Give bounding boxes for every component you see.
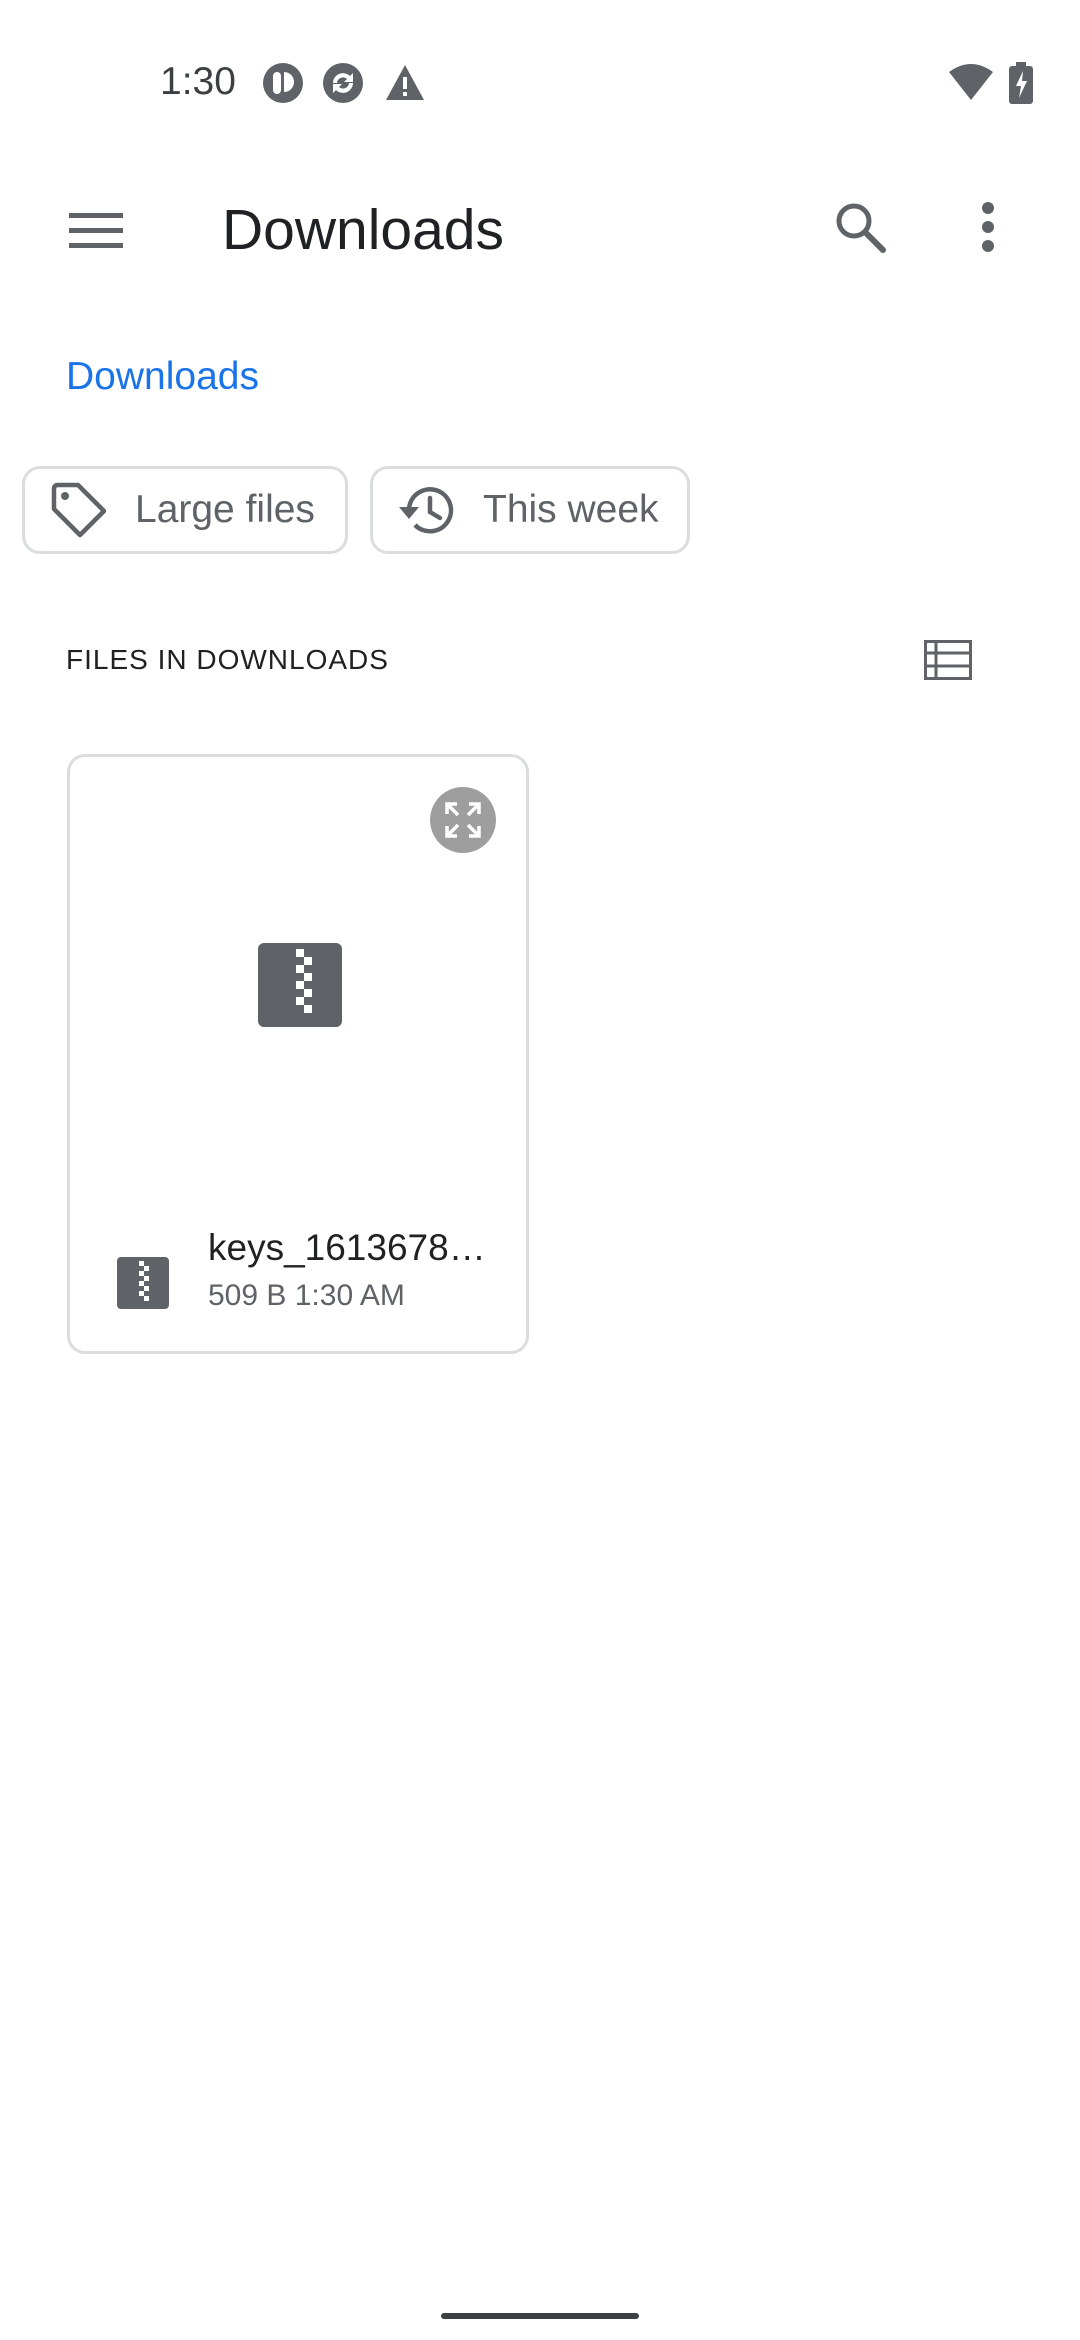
page-title: Downloads [222,198,504,262]
history-icon [397,480,457,540]
chip-label: Large files [135,488,315,531]
downloads-screen: 1:30 Downloads Downloads Large files Thi… [0,0,1080,2340]
battery-charging-icon [1008,62,1034,109]
notification-icon [262,62,304,104]
file-card[interactable]: keys_1613678… 509 B 1:30 AM [67,754,529,1354]
file-size: 509 B [208,1279,287,1312]
sync-icon [322,62,364,104]
file-details: keys_1613678… 509 B 1:30 AM [70,1227,526,1347]
expand-icon[interactable] [430,787,496,853]
search-icon[interactable] [824,191,896,263]
status-time: 1:30 [160,60,236,103]
gesture-nav-handle[interactable] [441,2313,639,2319]
warning-icon [384,62,426,104]
this-week-chip[interactable]: This week [370,466,690,554]
file-time: 1:30 AM [294,1279,405,1312]
more-vert-icon[interactable] [952,191,1024,263]
app-bar: Downloads [0,165,1080,297]
zip-file-small-icon [117,1257,169,1309]
zip-file-icon [258,943,342,1027]
list-view-icon[interactable] [918,630,978,690]
file-name: keys_1613678… [208,1227,486,1268]
large-files-chip[interactable]: Large files [22,466,348,554]
wifi-icon [948,62,994,107]
file-meta: 509 B 1:30 AM [208,1279,405,1313]
section-title: FILES IN DOWNLOADS [66,644,389,675]
hamburger-menu-icon[interactable] [60,195,132,267]
status-bar: 1:30 [0,0,1080,165]
breadcrumb[interactable]: Downloads [66,355,259,399]
chip-label: This week [483,488,659,531]
tag-icon [49,480,109,540]
